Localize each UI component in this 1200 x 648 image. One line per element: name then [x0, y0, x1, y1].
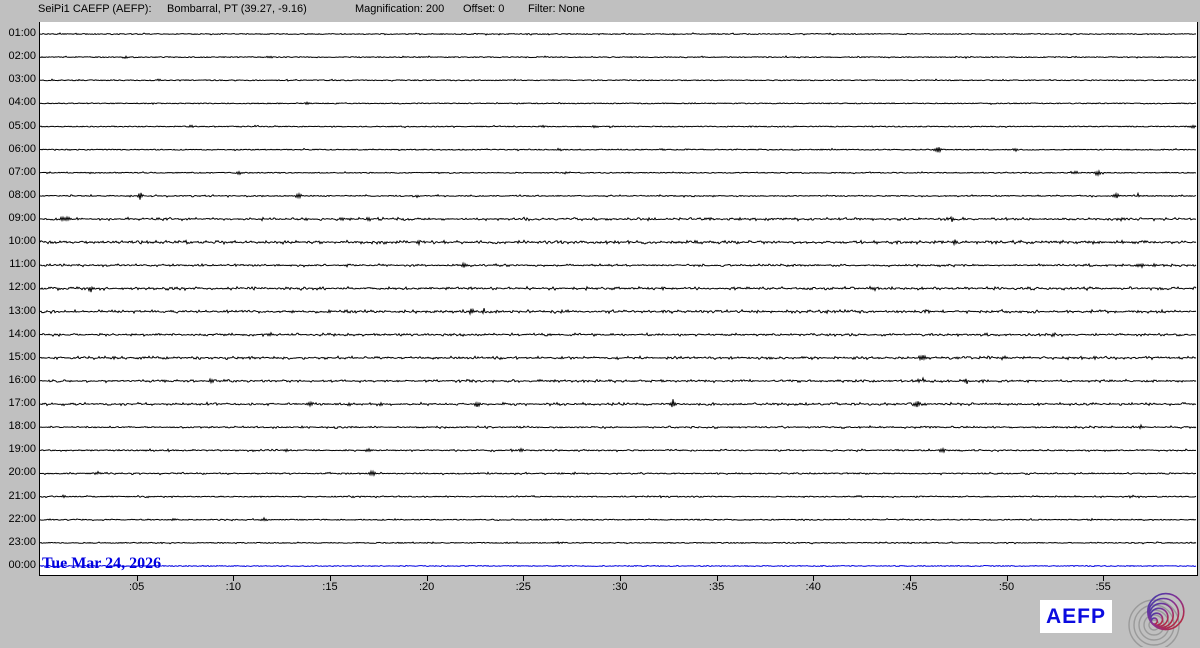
hour-label: 15:00 [8, 350, 36, 363]
trace-row-1200 [40, 285, 1197, 293]
trace-row-1800 [40, 423, 1197, 430]
hour-label: 17:00 [8, 397, 36, 410]
hour-label: 13:00 [8, 304, 36, 317]
trace-row-0200 [40, 55, 1197, 60]
header-bar: SeiPi1 CAEFP (AEFP): Bombarral, PT (39.2… [0, 3, 1200, 19]
station-location: Bombarral, PT (39.27, -9.16) [167, 3, 307, 15]
trace-row-0800 [40, 191, 1197, 200]
hour-label: 21:00 [8, 489, 36, 502]
hour-label: 22:00 [8, 512, 36, 525]
trace-row-2000 [40, 469, 1197, 477]
trace-row-1000 [40, 239, 1197, 247]
seismic-waves-icon [1128, 592, 1185, 647]
hour-label: 11:00 [9, 258, 36, 271]
hour-label: 01:00 [8, 27, 36, 39]
trace-row-0100 [40, 32, 1197, 36]
minute-tick-label: :25 [515, 581, 531, 593]
seismogram-traces [40, 32, 1197, 568]
trace-row-0000 [40, 564, 1197, 568]
hour-label: 20:00 [8, 466, 36, 479]
hour-label: 19:00 [8, 443, 36, 456]
hour-label: 00:00 [8, 558, 36, 571]
trace-row-1500 [40, 354, 1197, 362]
trace-row-1100 [40, 261, 1197, 269]
hour-label: 12:00 [8, 281, 36, 294]
trace-row-1700 [40, 399, 1197, 408]
aefp-logo: AEFP [1040, 600, 1112, 633]
trace-row-0900 [40, 215, 1197, 222]
trace-row-1300 [40, 307, 1197, 316]
offset-value: Offset: 0 [463, 3, 505, 15]
hour-label: 07:00 [8, 165, 36, 178]
minute-tick-label: :35 [708, 581, 725, 593]
magnification-value: Magnification: 200 [355, 3, 445, 15]
hour-label: 23:00 [8, 535, 36, 548]
hour-label: 04:00 [8, 96, 36, 109]
trace-row-2100 [40, 494, 1197, 499]
current-date-label: Tue Mar 24, 2026 [42, 555, 162, 572]
minute-tick-label: :55 [1095, 581, 1111, 593]
trace-row-0700 [40, 169, 1197, 177]
trace-row-0400 [40, 101, 1197, 106]
trace-row-1600 [40, 376, 1197, 385]
hour-label: 05:00 [8, 119, 36, 132]
minute-tick-label: :30 [612, 581, 628, 593]
trace-row-0300 [40, 78, 1197, 82]
hour-label: 14:00 [8, 327, 36, 340]
trace-row-0500 [40, 124, 1197, 130]
trace-row-1400 [40, 331, 1197, 338]
trace-row-0600 [40, 147, 1197, 154]
minute-tick-label: :10 [225, 581, 241, 593]
filter-value: Filter: None [528, 3, 585, 15]
helicorder-plot-area[interactable] [39, 22, 1198, 576]
minute-tick-label: :40 [805, 581, 821, 593]
trace-row-2300 [40, 541, 1197, 545]
station-label: SeiPi1 CAEFP (AEFP): [38, 3, 152, 15]
minute-tick-label: :45 [902, 581, 918, 593]
hour-label: 10:00 [8, 235, 36, 248]
trace-row-1900 [40, 447, 1197, 454]
hour-label: 09:00 [8, 212, 36, 225]
minute-tick-label: :05 [128, 581, 145, 593]
hour-label: 02:00 [8, 50, 36, 63]
hour-label: 08:00 [8, 188, 36, 201]
minute-tick-label: :15 [322, 581, 338, 593]
hour-label: 16:00 [8, 373, 36, 386]
hour-label: 03:00 [8, 73, 36, 86]
hour-label: 06:00 [8, 142, 36, 155]
hour-label: 18:00 [8, 420, 36, 433]
minute-tick-label: :50 [998, 581, 1015, 593]
trace-row-2200 [40, 516, 1197, 522]
minute-tick-label: :20 [418, 581, 435, 593]
